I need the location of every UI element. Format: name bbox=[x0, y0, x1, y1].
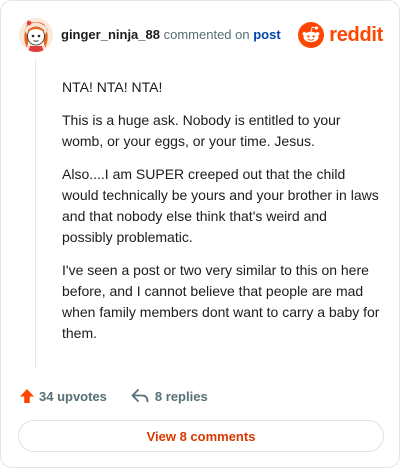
reply-arrow-icon bbox=[131, 389, 149, 403]
comment-paragraph: This is a huge ask. Nobody is entitled t… bbox=[62, 112, 341, 149]
comment-actions: 34 upvotes 8 replies bbox=[19, 385, 208, 407]
avatar-image bbox=[19, 18, 53, 52]
comment-card: ginger_ninja_88 commented on post reddit… bbox=[0, 0, 400, 468]
comment-paragraph: Also....I am SUPER creeped out that the … bbox=[62, 166, 379, 245]
arrow-up-icon[interactable] bbox=[19, 388, 35, 404]
reddit-wordmark: reddit bbox=[329, 24, 383, 46]
commented-on-text: commented on bbox=[163, 27, 250, 42]
comment-meta: ginger_ninja_88 commented on post bbox=[61, 27, 281, 43]
view-comments-button[interactable]: View 8 comments bbox=[18, 420, 384, 452]
comment-paragraph: I've seen a post or two very similar to … bbox=[62, 262, 380, 341]
comment-header: ginger_ninja_88 commented on post reddit bbox=[19, 15, 383, 55]
avatar[interactable] bbox=[19, 18, 53, 52]
comment-body: NTA! NTA! NTA! This is a huge ask. Nobod… bbox=[62, 77, 380, 356]
thread-line bbox=[35, 59, 36, 367]
comment-paragraph: NTA! NTA! NTA! bbox=[62, 79, 163, 95]
post-link[interactable]: post bbox=[253, 27, 280, 42]
upvote-count: 34 upvotes bbox=[39, 388, 107, 404]
reddit-logo[interactable]: reddit bbox=[298, 22, 383, 48]
replies-button[interactable]: 8 replies bbox=[131, 388, 208, 404]
username-link[interactable]: ginger_ninja_88 bbox=[61, 27, 160, 42]
reply-count: 8 replies bbox=[154, 388, 208, 404]
reddit-icon bbox=[298, 22, 325, 48]
